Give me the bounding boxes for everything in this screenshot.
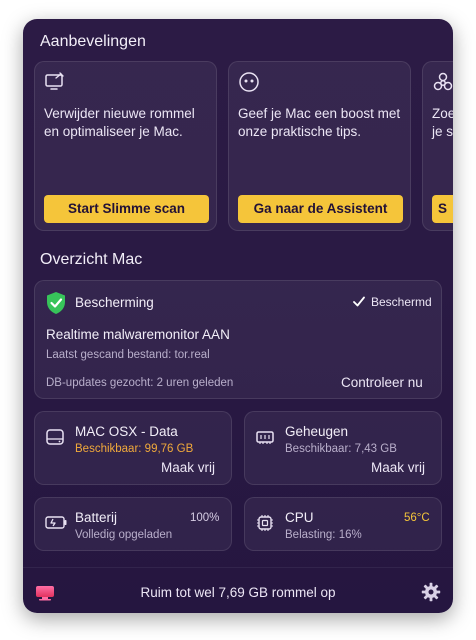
battery-percent: 100% xyxy=(190,512,220,524)
memory-title: Geheugen xyxy=(285,424,349,439)
cpu-card[interactable]: CPU 56°C Belasting: 16% xyxy=(244,497,442,551)
hard-drive-icon xyxy=(46,429,64,445)
cpu-icon xyxy=(257,515,273,531)
last-scanned-file: Laatst gescand bestand: tor.real xyxy=(46,349,210,361)
memory-chip-icon xyxy=(256,431,274,444)
recommendation-text: Verwijder nieuwe rommel en optimaliseer … xyxy=(44,106,195,139)
protection-card[interactable]: Bescherming Beschermd Realtime malwaremo… xyxy=(34,280,442,399)
go-to-assistant-button[interactable]: Ga naar de Assistent xyxy=(238,195,403,223)
disk-card[interactable]: MAC OSX - Data Beschikbaar: 99,76 GB Maa… xyxy=(34,411,232,485)
memory-card[interactable]: Geheugen Beschikbaar: 7,43 GB Maak vrij xyxy=(244,411,442,485)
battery-status: Volledig opgeladen xyxy=(75,529,173,541)
db-updates-status: DB-updates gezocht: 2 uren geleden xyxy=(46,377,234,389)
recommendation-card-assistant: Geef je Mac een boost met onze praktisch… xyxy=(228,61,411,231)
check-now-button[interactable]: Controleer nu xyxy=(341,375,423,390)
assistant-icon xyxy=(239,72,259,92)
recommendation-text: Geef je Mac een boost met onze praktisch… xyxy=(238,106,401,139)
gear-icon[interactable] xyxy=(421,582,441,602)
battery-title: Batterij xyxy=(75,510,118,525)
free-up-disk-button[interactable]: Maak vrij xyxy=(161,460,215,475)
free-up-memory-button[interactable]: Maak vrij xyxy=(371,460,425,475)
recommendation-card-smart-scan: Verwijder nieuwe rommel en optimaliseer … xyxy=(34,61,217,231)
footer-cleanup-link[interactable]: Ruim tot wel 7,69 GB rommel op xyxy=(23,585,453,600)
start-smart-scan-button[interactable]: Start Slimme scan xyxy=(44,195,209,223)
protection-status: Beschermd xyxy=(371,295,432,309)
cpu-load: Belasting: 16% xyxy=(285,529,362,541)
footer-divider xyxy=(23,567,453,568)
recommendation-text: Zoe je s xyxy=(432,106,453,139)
cpu-temperature: 56°C xyxy=(404,512,430,524)
biohazard-icon xyxy=(433,72,453,91)
battery-card[interactable]: Batterij 100% Volledig opgeladen xyxy=(34,497,232,551)
recommendation-button-partial[interactable]: S xyxy=(432,195,453,223)
recommendation-card-partial: Zoe je s S xyxy=(422,61,453,231)
overview-title: Overzicht Mac xyxy=(40,251,143,268)
disk-title: MAC OSX - Data xyxy=(75,424,178,439)
checkmark-icon xyxy=(353,296,365,307)
malware-monitor-status: Realtime malwaremonitor AAN xyxy=(46,327,230,342)
monitor-clean-icon xyxy=(45,72,64,90)
memory-available: Beschikbaar: 7,43 GB xyxy=(285,443,397,455)
battery-icon xyxy=(45,516,67,529)
footer-bar: Ruim tot wel 7,69 GB rommel op xyxy=(23,574,453,613)
disk-available: Beschikbaar: 99,76 GB xyxy=(75,443,194,455)
cleanmymac-menu-window: Aanbevelingen Verwijder nieuwe rommel en… xyxy=(23,19,453,613)
protection-title: Bescherming xyxy=(75,295,154,310)
shield-check-icon xyxy=(47,292,65,314)
cpu-title: CPU xyxy=(285,510,314,525)
recommendations-title: Aanbevelingen xyxy=(40,33,146,50)
